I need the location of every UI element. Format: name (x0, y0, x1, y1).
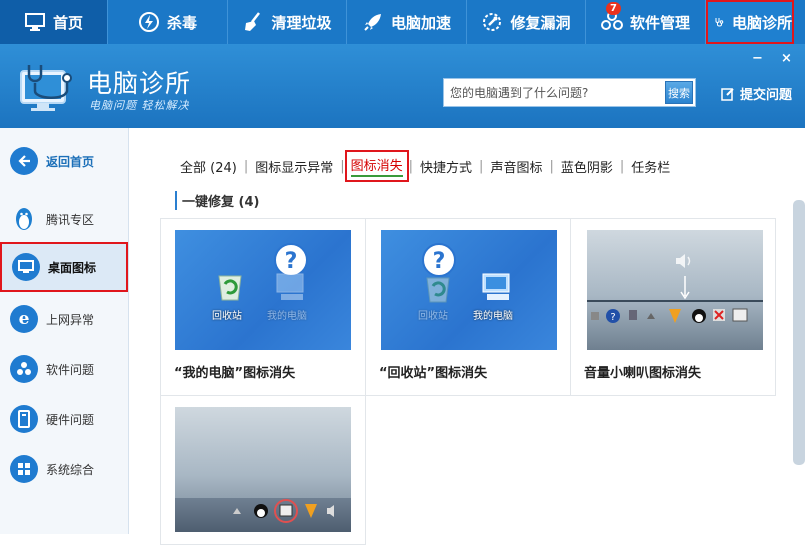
nav-antivirus[interactable]: 杀毒 (108, 0, 228, 44)
system-tray-icons: ? (591, 308, 748, 323)
tab-all[interactable]: 全部 (24) (173, 157, 244, 176)
arrow-down-icon (680, 276, 690, 300)
sidebar-item-back-home[interactable]: 返回首页 (0, 136, 128, 186)
nav-speedup-label: 电脑加速 (390, 13, 451, 32)
tab-taskbar[interactable]: 任务栏 (624, 157, 677, 176)
sidebar-item-label: 软件问题 (46, 362, 95, 377)
search-button[interactable]: 搜索 (665, 81, 693, 104)
nav-software-label: 软件管理 (629, 13, 690, 32)
card-title: “我的电脑”图标消失 (174, 366, 296, 381)
windows-icon (10, 455, 38, 483)
broom-icon (245, 12, 261, 31)
nav-patch[interactable]: 修复漏洞 (467, 0, 586, 44)
tab-icon-display[interactable]: 图标显示异常 (248, 157, 340, 176)
page-slogan: 电脑问题 轻松解决 (89, 99, 190, 112)
close-button[interactable]: × (781, 51, 792, 66)
nav-patch-label: 修复漏洞 (510, 13, 571, 32)
taskbar-edge (587, 300, 763, 302)
sidebar: 返回首页 腾讯专区 桌面图标 e 上网异常 软件问题 硬件问题 系统综合 (0, 128, 129, 534)
system-tray-icons (233, 499, 334, 523)
shield-bolt-icon (138, 12, 159, 32)
recycle-bin-label: 回收站 (212, 311, 242, 322)
nav-home-label: 首页 (52, 13, 83, 32)
rocket-icon (364, 14, 381, 31)
section-title: 一键修复 (4) (175, 191, 259, 210)
category-tabs: 全部 (24) | 图标显示异常 | 图标消失 | 快捷方式 | 声音图标 | … (173, 150, 677, 182)
svg-text:?: ? (610, 312, 615, 323)
monitor-icon (24, 13, 45, 31)
nav-clinic-label: 电脑诊所 (731, 13, 792, 32)
nav-clean[interactable]: 清理垃圾 (228, 0, 347, 44)
top-navigation: 首页 杀毒 清理垃圾 电脑加速 修复漏洞 7 软件管理 电脑诊所 (0, 0, 805, 44)
my-computer-label: 我的电脑 (267, 311, 307, 322)
sidebar-item-desktop-icons[interactable]: 桌面图标 (0, 242, 128, 292)
main-content: 全部 (24) | 图标显示异常 | 图标消失 | 快捷方式 | 声音图标 | … (130, 128, 805, 545)
clinic-header: 电脑诊所 电脑问题 轻松解决 搜索 提交问题 − × (0, 44, 805, 128)
recycle-bin-icon (218, 275, 242, 301)
back-arrow-icon (10, 147, 38, 175)
nav-software[interactable]: 7 软件管理 (586, 0, 706, 44)
search-box: 搜索 (443, 78, 696, 107)
sidebar-item-label: 硬件问题 (46, 412, 95, 427)
nav-clinic[interactable]: 电脑诊所 (706, 0, 794, 44)
ie-icon: e (10, 305, 38, 333)
tab-sound-icon[interactable]: 声音图标 (483, 157, 549, 176)
fix-card-volume-icon[interactable]: ? 音量小喇叭图标消失 (570, 218, 776, 396)
search-input[interactable] (444, 79, 666, 106)
sidebar-item-hardware[interactable]: 硬件问题 (0, 394, 128, 444)
scrollbar[interactable] (793, 200, 805, 465)
tab-icon-missing[interactable]: 图标消失 (344, 150, 409, 182)
recycle-bin-icon (426, 277, 450, 303)
sidebar-item-label: 系统综合 (46, 462, 95, 477)
recycle-bin-label: 回收站 (418, 311, 448, 322)
update-count-badge: 7 (606, 2, 621, 15)
fix-card-recycle-bin[interactable]: ? 回收站 我的电脑 “回收站”图标消失 (365, 218, 571, 396)
fix-card-my-computer[interactable]: 回收站 ? 我的电脑 “我的电脑”图标消失 (160, 218, 366, 396)
clinic-logo-icon (20, 65, 72, 111)
nav-home[interactable]: 首页 (0, 0, 108, 44)
svg-text:?: ? (285, 249, 298, 274)
wrench-gear-icon (483, 13, 502, 31)
sidebar-item-label: 返回首页 (46, 154, 95, 169)
sidebar-item-system[interactable]: 系统综合 (0, 444, 128, 494)
tab-blue-shadow[interactable]: 蓝色阴影 (554, 157, 620, 176)
stethoscope-icon (715, 18, 724, 27)
penguin-icon (10, 205, 38, 233)
card-thumbnail (175, 407, 351, 532)
card-thumbnail: 回收站 ? 我的电脑 (175, 230, 351, 350)
sidebar-item-label: 上网异常 (46, 312, 95, 327)
submit-question-button[interactable]: 提交问题 (721, 84, 792, 103)
card-title: “回收站”图标消失 (379, 366, 488, 381)
my-computer-label: 我的电脑 (473, 311, 513, 322)
edit-icon (721, 87, 734, 101)
hardware-icon (10, 405, 38, 433)
sidebar-item-internet[interactable]: e 上网异常 (0, 294, 128, 344)
nav-speedup[interactable]: 电脑加速 (347, 0, 467, 44)
card-thumbnail: ? (587, 230, 763, 350)
sidebar-item-software[interactable]: 软件问题 (0, 344, 128, 394)
fix-card-tray-icon[interactable] (160, 395, 366, 545)
sidebar-item-tencent[interactable]: 腾讯专区 (0, 194, 128, 244)
card-thumbnail: ? 回收站 我的电脑 (381, 230, 557, 350)
sidebar-item-label: 腾讯专区 (46, 212, 95, 227)
submit-question-label: 提交问题 (740, 88, 793, 103)
desktop-icon (12, 253, 40, 281)
page-title: 电脑诊所 (87, 69, 192, 98)
puzzle-icon (10, 355, 38, 383)
my-computer-icon (482, 273, 510, 300)
my-computer-icon (276, 273, 304, 300)
card-title: 音量小喇叭图标消失 (584, 366, 702, 381)
nav-clean-label: 清理垃圾 (271, 13, 332, 32)
nav-antivirus-label: 杀毒 (166, 13, 197, 32)
speaker-icon (676, 254, 691, 268)
tab-shortcuts[interactable]: 快捷方式 (413, 157, 479, 176)
sidebar-item-label: 桌面图标 (48, 260, 97, 275)
svg-text:?: ? (433, 249, 446, 274)
minimize-button[interactable]: − (752, 51, 763, 66)
